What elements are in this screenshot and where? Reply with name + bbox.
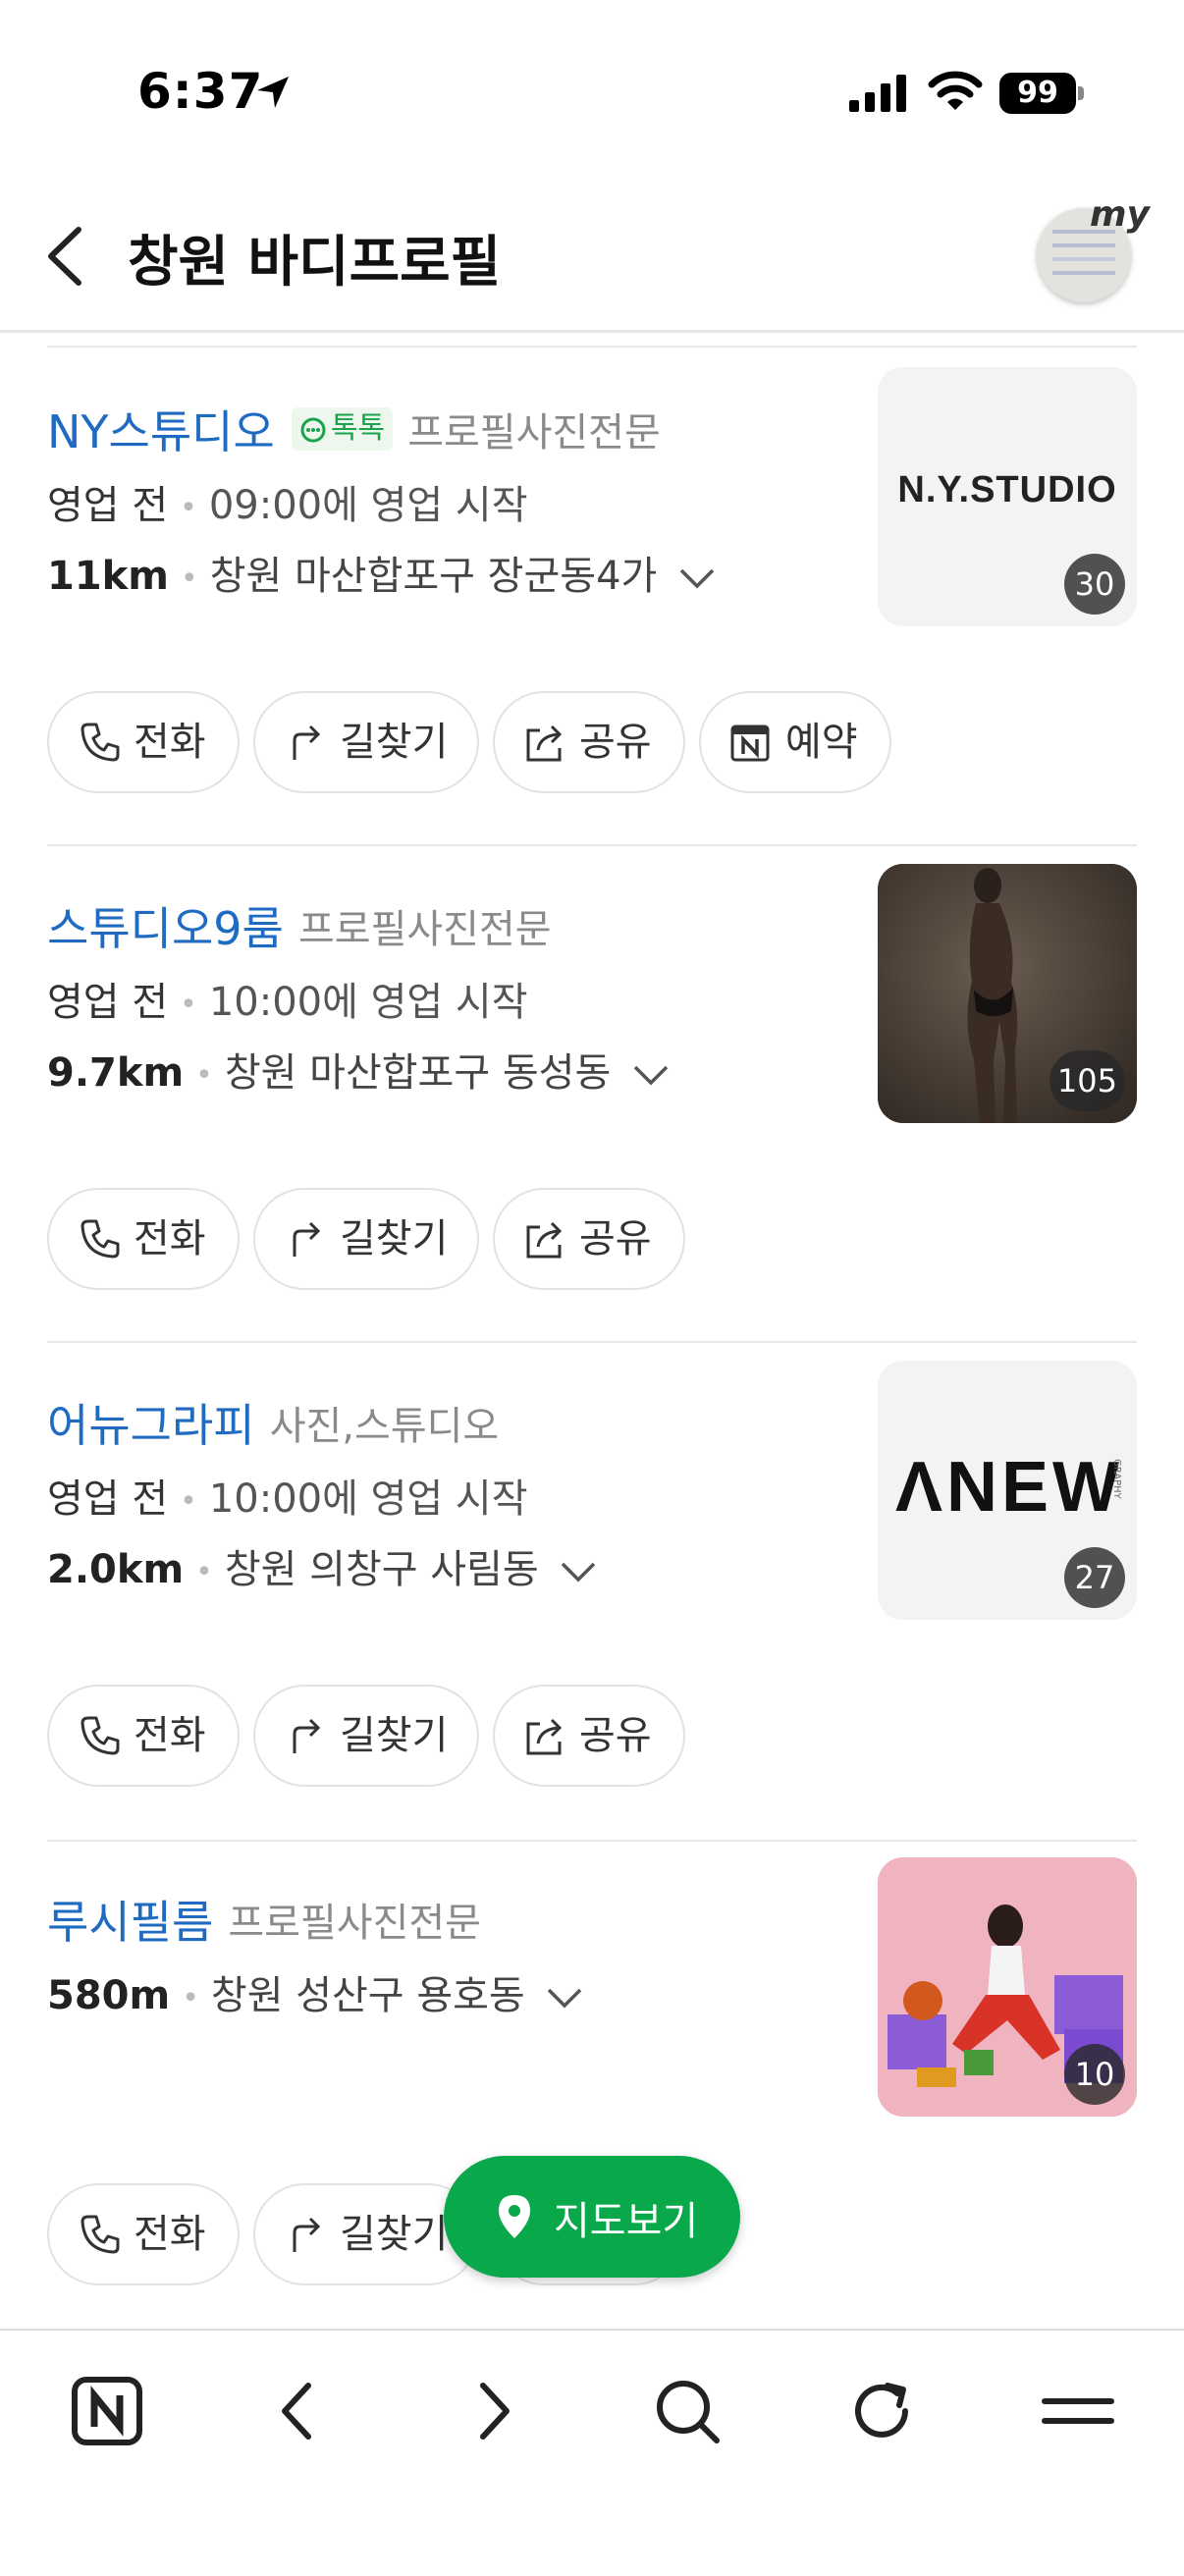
photo-count: 27 — [1064, 1547, 1125, 1608]
phone-icon — [81, 2215, 120, 2254]
map-pin-icon — [499, 2195, 530, 2238]
share-icon — [526, 1718, 563, 1755]
forward-icon[interactable] — [454, 2372, 532, 2450]
directions-arrow-icon — [293, 1718, 321, 1753]
photo-count: 105 — [1049, 1050, 1125, 1111]
share-button[interactable]: 공유 — [493, 691, 685, 793]
chevron-down-icon[interactable] — [545, 1986, 584, 2010]
place-category: 사진,스튜디오 — [269, 1404, 500, 1449]
divider — [47, 346, 1137, 348]
distance: 11km — [47, 554, 169, 599]
wifi-icon — [928, 71, 983, 110]
place-category: 프로필사진전문 — [297, 907, 552, 952]
place-thumbnail[interactable]: ΛNEW GRAPHY 27 — [878, 1361, 1137, 1620]
call-button[interactable]: 전화 — [47, 1188, 240, 1290]
place-category: 프로필사진전문 — [407, 410, 661, 456]
distance: 580m — [47, 1973, 171, 2018]
call-button[interactable]: 전화 — [47, 691, 240, 793]
directions-button[interactable]: 길찾기 — [253, 1685, 479, 1787]
photo-count: 30 — [1064, 554, 1125, 615]
status-bar: 6:37 99 — [0, 0, 1184, 187]
chat-bubble-icon — [300, 417, 326, 442]
search-icon[interactable] — [648, 2372, 727, 2450]
hours-row: 영업 전 • 10:00에 영업 시작 — [47, 1476, 528, 1522]
page-header: 창원 바디프로필 — [0, 187, 1184, 333]
my-badge[interactable]: my — [1090, 194, 1150, 235]
chevron-down-icon[interactable] — [559, 1560, 598, 1583]
browser-toolbar — [0, 2329, 1184, 2576]
phone-icon — [81, 1716, 120, 1755]
place-name[interactable]: 스튜디오9룸 — [47, 902, 284, 955]
talktalk-badge[interactable]: 톡톡 — [291, 407, 394, 451]
back-arrow-icon[interactable] — [39, 222, 98, 291]
business-status: 영업 전 — [47, 980, 169, 1025]
photo-count: 10 — [1064, 2044, 1125, 2105]
menu-icon[interactable] — [1039, 2372, 1117, 2450]
divider — [47, 1341, 1137, 1343]
back-icon[interactable] — [259, 2372, 338, 2450]
share-icon — [526, 1221, 563, 1259]
distance-row: 580m • 창원 성산구 용호동 — [47, 1963, 584, 2020]
naver-home-icon[interactable] — [69, 2372, 147, 2450]
address[interactable]: 창원 의창구 사림동 — [225, 1547, 539, 1592]
place-thumbnail[interactable]: N.Y.STUDIO 30 — [878, 367, 1137, 626]
distance: 9.7km — [47, 1050, 185, 1096]
hours-row: 영업 전 • 10:00에 영업 시작 — [47, 980, 528, 1025]
business-hours: 10:00에 영업 시작 — [208, 980, 528, 1025]
place-thumbnail[interactable]: 105 — [878, 864, 1137, 1123]
directions-button[interactable]: 길찾기 — [253, 691, 479, 793]
hours-row: 영업 전 • 09:00에 영업 시작 — [47, 483, 528, 528]
map-view-button[interactable]: 지도보기 — [444, 2156, 740, 2278]
battery-indicator: 99 — [999, 73, 1076, 114]
location-arrow-icon — [257, 77, 289, 108]
reserve-button[interactable]: 예약 — [699, 691, 891, 793]
directions-arrow-icon — [293, 724, 321, 760]
distance-row: 11km • 창원 마산합포구 장군동4가 — [47, 544, 717, 601]
phone-icon — [81, 723, 120, 762]
distance-row: 9.7km • 창원 마산합포구 동성동 — [47, 1041, 671, 1098]
address[interactable]: 창원 마산합포구 동성동 — [225, 1050, 611, 1096]
naver-booking-icon — [730, 724, 770, 762]
battery-tip — [1078, 86, 1084, 100]
chevron-down-icon[interactable] — [631, 1063, 671, 1087]
directions-arrow-icon — [293, 1221, 321, 1257]
share-icon — [526, 724, 563, 762]
place-name[interactable]: NY스튜디오 — [47, 405, 275, 458]
call-button[interactable]: 전화 — [47, 1685, 240, 1787]
chevron-down-icon[interactable] — [677, 566, 717, 590]
share-button[interactable]: 공유 — [493, 1188, 685, 1290]
address[interactable]: 창원 마산합포구 장군동4가 — [210, 554, 658, 599]
business-hours: 10:00에 영업 시작 — [208, 1476, 528, 1522]
divider — [47, 844, 1137, 846]
address[interactable]: 창원 성산구 용호동 — [211, 1973, 525, 2018]
status-time: 6:37 — [137, 63, 264, 120]
distance-row: 2.0km • 창원 의창구 사림동 — [47, 1537, 598, 1594]
call-button[interactable]: 전화 — [47, 2183, 240, 2285]
phone-icon — [81, 1219, 120, 1259]
reload-icon[interactable] — [842, 2372, 921, 2450]
business-status: 영업 전 — [47, 1476, 169, 1522]
share-button[interactable]: 공유 — [493, 1685, 685, 1787]
directions-arrow-icon — [293, 2217, 321, 2252]
place-name[interactable]: 루시필름 — [47, 1896, 213, 1949]
page-title: 창원 바디프로필 — [128, 231, 502, 295]
business-status: 영업 전 — [47, 483, 169, 528]
studio-logo: ΛNEW — [895, 1448, 1123, 1527]
place-thumbnail[interactable]: 10 — [878, 1857, 1137, 2117]
divider — [47, 1840, 1137, 1842]
place-category: 프로필사진전문 — [228, 1901, 481, 1946]
business-hours: 09:00에 영업 시작 — [208, 483, 528, 528]
distance: 2.0km — [47, 1547, 185, 1592]
directions-button[interactable]: 길찾기 — [253, 1188, 479, 1290]
studio-logo-sub: GRAPHY — [1111, 1459, 1122, 1499]
cellular-signal-icon — [849, 75, 906, 112]
studio-logo: N.Y.STUDIO — [897, 469, 1117, 510]
place-name[interactable]: 어뉴그라피 — [47, 1399, 255, 1452]
